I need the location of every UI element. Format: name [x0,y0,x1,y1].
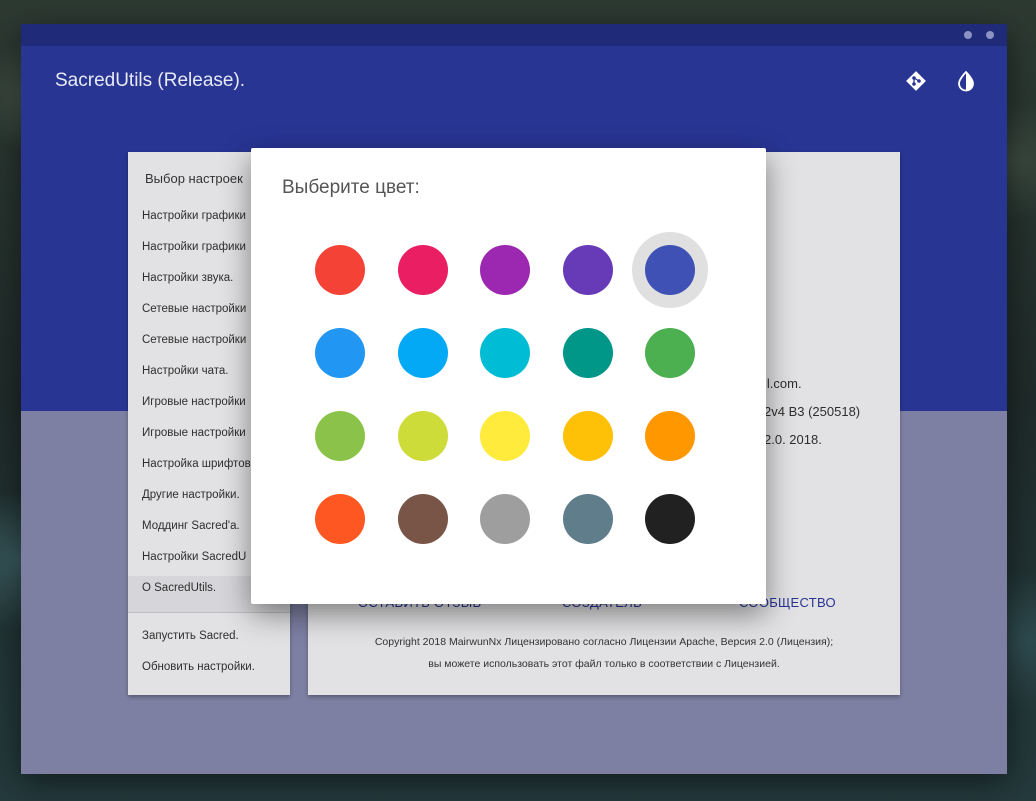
color-swatch-circle [480,245,530,295]
color-swatch[interactable] [467,232,543,308]
sidebar-item-chat[interactable]: Настройки чата. [142,365,228,377]
sidebar-item-fonts[interactable]: Настройка шрифтов [142,458,251,470]
theme-contrast-icon[interactable] [955,70,977,92]
update-settings-button[interactable]: Обновить настройки. [142,661,255,673]
color-swatch-circle [315,328,365,378]
color-swatch[interactable] [385,398,461,474]
sidebar-item-sacredutils-settings[interactable]: Настройки SacredU [142,551,246,563]
sidebar-item-game-2[interactable]: Игровые настройки [142,427,246,439]
color-swatch[interactable] [467,398,543,474]
app-title: SacredUtils (Release). [55,70,246,91]
color-swatch-circle [480,494,530,544]
sidebar-item-network-1[interactable]: Сетевые настройки [142,303,246,315]
sidebar-item-modding[interactable]: Моддинг Sacred'a. [142,520,240,532]
git-icon[interactable] [905,70,927,92]
color-swatch-circle [480,411,530,461]
color-swatch[interactable] [385,481,461,557]
color-swatch-circle [315,494,365,544]
color-swatch-circle [562,411,613,461]
color-swatch[interactable] [302,398,378,474]
color-swatch[interactable] [467,481,543,557]
sidebar-heading: Выбор настроек [145,171,243,186]
copyright-line-1: Copyright 2018 MairwunNx Лицензировано с… [374,636,834,648]
color-swatch-circle [397,494,448,544]
color-swatch[interactable] [302,232,378,308]
sidebar-item-network-2[interactable]: Сетевые настройки [142,334,246,346]
color-swatch[interactable] [550,315,626,391]
sidebar-item-about[interactable]: O SacredUtils. [142,582,216,594]
color-swatch-circle [562,245,613,295]
sidebar-item-graphics-2[interactable]: Настройки графики [142,241,246,253]
sidebar-item-other[interactable]: Другие настройки. [142,489,240,501]
sidebar-item-game-1[interactable]: Игровые настройки [142,396,246,408]
minimize-button[interactable] [964,31,972,39]
color-picker-dialog: Выберите цвет: [251,148,766,604]
close-button[interactable] [986,31,994,39]
color-swatch[interactable] [467,315,543,391]
launch-sacred-button[interactable]: Запустить Sacred. [142,630,239,642]
color-swatch-circle [562,328,613,378]
color-swatch[interactable] [550,398,626,474]
dialog-title: Выберите цвет: [282,177,420,198]
color-swatch[interactable] [385,232,461,308]
copyright-line-2: вы можете использовать этот файл только … [428,658,780,670]
color-swatch-circle [315,245,365,295]
window-titlebar[interactable] [21,24,1007,46]
color-swatch[interactable] [632,481,708,557]
color-swatch-circle [480,328,530,378]
info-version: 2v4 B3 (250518) [764,404,861,419]
color-swatch-circle [397,245,448,295]
sidebar-item-sound[interactable]: Настройки звука. [142,272,233,284]
color-swatch-circle [562,494,613,544]
color-swatch[interactable] [385,315,461,391]
color-swatch[interactable] [632,232,708,308]
sidebar-divider [128,612,290,613]
sidebar-item-graphics-1[interactable]: Настройки графики [142,210,246,222]
info-date: 2.0. 2018. [764,432,822,447]
info-email: il.com. [764,376,802,391]
color-swatch[interactable] [550,481,626,557]
color-swatch[interactable] [302,481,378,557]
color-swatch-circle [397,328,448,378]
color-swatch-circle [315,411,365,461]
color-swatch-circle [645,245,695,295]
color-swatch-circle [397,411,448,461]
color-swatch-circle [645,494,695,544]
color-swatch[interactable] [550,232,626,308]
color-swatch-circle [645,328,695,378]
color-swatch-circle [645,411,695,461]
color-swatch[interactable] [632,315,708,391]
color-swatch[interactable] [632,398,708,474]
color-swatch[interactable] [302,315,378,391]
